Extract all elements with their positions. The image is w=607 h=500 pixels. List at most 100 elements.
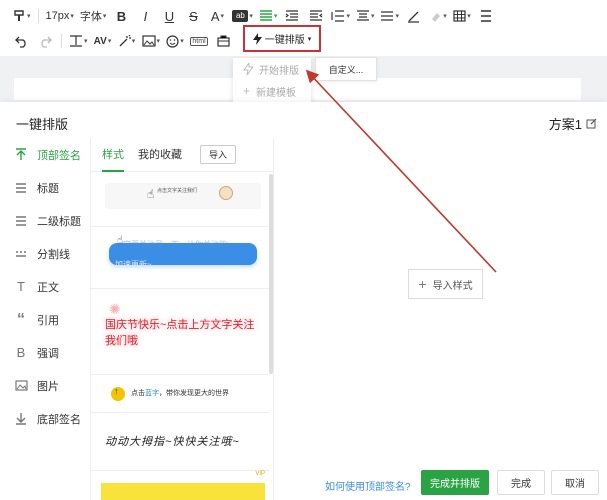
indent-right-icon[interactable] (307, 5, 325, 27)
font-family-label: 字体 (79, 11, 102, 23)
table-icon[interactable]: ▾ (453, 5, 471, 27)
template-item[interactable]: ✺ 国庆节快乐~点击上方文字关注我们哦 (91, 291, 269, 375)
tab-styles[interactable]: 样式 (102, 138, 124, 172)
plus-icon: + (418, 276, 427, 292)
magic-wand-icon[interactable]: ▾ (118, 30, 136, 52)
onekey-layout-label: 一键排版 (264, 35, 305, 46)
template-item[interactable]: VIP (91, 471, 269, 500)
nav-item-image[interactable]: 图片 (0, 369, 92, 402)
vip-badge: VIP (255, 471, 265, 477)
lines-icon (13, 182, 29, 193)
nav-item-bottom-signature[interactable]: 底部签名 (0, 402, 92, 435)
nav-label: 强调 (37, 347, 59, 360)
strikethrough-button[interactable]: S (184, 5, 202, 27)
html-source-icon[interactable]: html (190, 30, 208, 52)
nav-item-body[interactable]: T 正文 (0, 270, 92, 303)
nav-item-subtitle[interactable]: 二级标题 (0, 204, 92, 237)
cancel-button[interactable]: 取消 (551, 470, 599, 495)
nav-label: 底部签名 (37, 413, 81, 426)
import-button[interactable]: 导入 (200, 145, 237, 164)
template-text: 点击文字关注我们 (157, 188, 198, 194)
nav-item-top-signature[interactable]: 顶部签名 (0, 138, 92, 171)
text-t-icon: T (17, 279, 25, 294)
toolbar-separator (61, 34, 62, 48)
arrow-up-icon: ↑ (114, 386, 119, 396)
align-button[interactable]: ▾ (259, 5, 277, 27)
toolbox-icon[interactable] (214, 30, 232, 52)
cartoon-face-icon (219, 186, 233, 200)
font-color-button[interactable]: A ▾ (208, 5, 226, 27)
template-item[interactable]: ☝ 点击文字关注我们 (91, 173, 269, 227)
lightning-icon (252, 32, 262, 45)
pointing-hand-icon: ☝ (147, 187, 155, 201)
image-icon (13, 380, 29, 391)
underline-button[interactable]: U (160, 5, 178, 27)
onekey-dropdown-menu: 开始排版 + 新建模板 (233, 58, 311, 104)
b-icon: B (16, 345, 26, 360)
import-style-label: 导入样式 (432, 280, 473, 292)
line-height-icon[interactable]: ▾ (331, 5, 350, 27)
font-family-select[interactable]: 字体 ▾ (80, 5, 107, 27)
dropdown-item-new-template[interactable]: + 新建模板 (233, 80, 311, 102)
eraser-icon[interactable]: ▾ (429, 5, 447, 27)
italic-button[interactable]: I (136, 5, 154, 27)
insert-image-icon[interactable]: ▾ (141, 30, 160, 52)
scheme-selector[interactable]: 方案1 (549, 114, 597, 133)
paragraph-spacing-icon[interactable]: ▾ (356, 5, 374, 27)
scheme-label: 方案1 (548, 117, 582, 132)
format-painter-icon[interactable]: ▾ (12, 5, 31, 27)
nav-label: 顶部签名 (37, 149, 81, 162)
nav-label: 引用 (37, 314, 59, 327)
template-text: 加速更新~ (115, 260, 152, 269)
text-format-icon[interactable]: ▾ (69, 30, 88, 52)
help-link[interactable]: 如何使用顶部签名? (325, 478, 411, 493)
template-scrollbar[interactable] (269, 174, 273, 374)
onekey-layout-button[interactable]: 一键排版 ▾ (243, 25, 321, 52)
nav-item-quote[interactable]: “ 引用 (0, 303, 92, 336)
nav-item-emphasis[interactable]: B 强调 (0, 336, 92, 369)
emoji-icon[interactable]: ▾ (166, 30, 184, 52)
finish-and-layout-button[interactable]: 完成并排版 (421, 470, 489, 495)
nav-label: 二级标题 (37, 215, 81, 228)
arrow-down-icon (13, 412, 29, 425)
indent-left-icon[interactable] (283, 5, 301, 27)
clear-format-icon[interactable] (405, 5, 423, 27)
template-item[interactable]: 动动大拇指~快快关注哦~ (91, 415, 269, 471)
tab-favorites[interactable]: 我的收藏 (138, 138, 182, 172)
firework-icon: ✺ (109, 301, 121, 317)
nav-item-divider[interactable]: 分割线 (0, 237, 92, 270)
font-size-select[interactable]: 17px ▾ (46, 5, 74, 27)
template-item[interactable]: ↑ 点击蓝字，带你发现更大的世界 (91, 377, 269, 413)
template-text: 点击蓝字，带你发现更大的世界 (131, 390, 229, 397)
undo-icon[interactable] (12, 30, 30, 52)
letter-spacing-icon[interactable]: ▾ (380, 5, 399, 27)
bold-button[interactable]: B (112, 5, 130, 27)
template-text: 一定要关注号一下，让你关注的 (115, 240, 227, 249)
import-style-button[interactable]: + 导入样式 (408, 269, 483, 299)
onekey-layout-panel: 一键排版 方案1 顶部签名 标题 二级标题 分割线 T 正文 “ 引用 B 强调… (0, 102, 607, 500)
av-spacing-icon[interactable]: AV ▾ (94, 30, 112, 52)
highlight-icon: ab (232, 10, 249, 22)
more-icon[interactable] (477, 5, 495, 27)
lines-icon (13, 215, 29, 226)
font-size-value: 17px (45, 10, 70, 22)
dropdown-item-start-layout[interactable]: 开始排版 (233, 58, 311, 80)
nav-label: 图片 (37, 380, 59, 393)
html-label: html (190, 36, 208, 46)
style-column: 样式 我的收藏 导入 ☝ 点击文字关注我们 ☝ 一定要关注号一下，让你关注的 加… (90, 138, 274, 500)
arrow-up-icon (13, 148, 29, 161)
nav-label: 正文 (37, 281, 59, 294)
template-list: ☝ 点击文字关注我们 ☝ 一定要关注号一下，让你关注的 加速更新~ ✺ 国庆节快… (91, 173, 273, 500)
highlight-button[interactable]: ab ▾ (232, 5, 253, 27)
edit-icon[interactable] (586, 118, 597, 129)
plus-icon: + (243, 84, 251, 98)
custom-popover[interactable]: 自定义... (315, 57, 377, 81)
nav-label: 分割线 (37, 248, 70, 261)
nav-item-title[interactable]: 标题 (0, 171, 92, 204)
redo-icon[interactable] (36, 30, 54, 52)
divider-icon (13, 249, 29, 259)
done-button[interactable]: 完成 (497, 470, 545, 495)
toolbar-row-2: ▾ AV ▾ ▾ ▾ ▾ html (0, 28, 235, 54)
template-item[interactable]: ☝ 一定要关注号一下，让你关注的 加速更新~ (91, 229, 269, 289)
template-preview (101, 483, 265, 500)
